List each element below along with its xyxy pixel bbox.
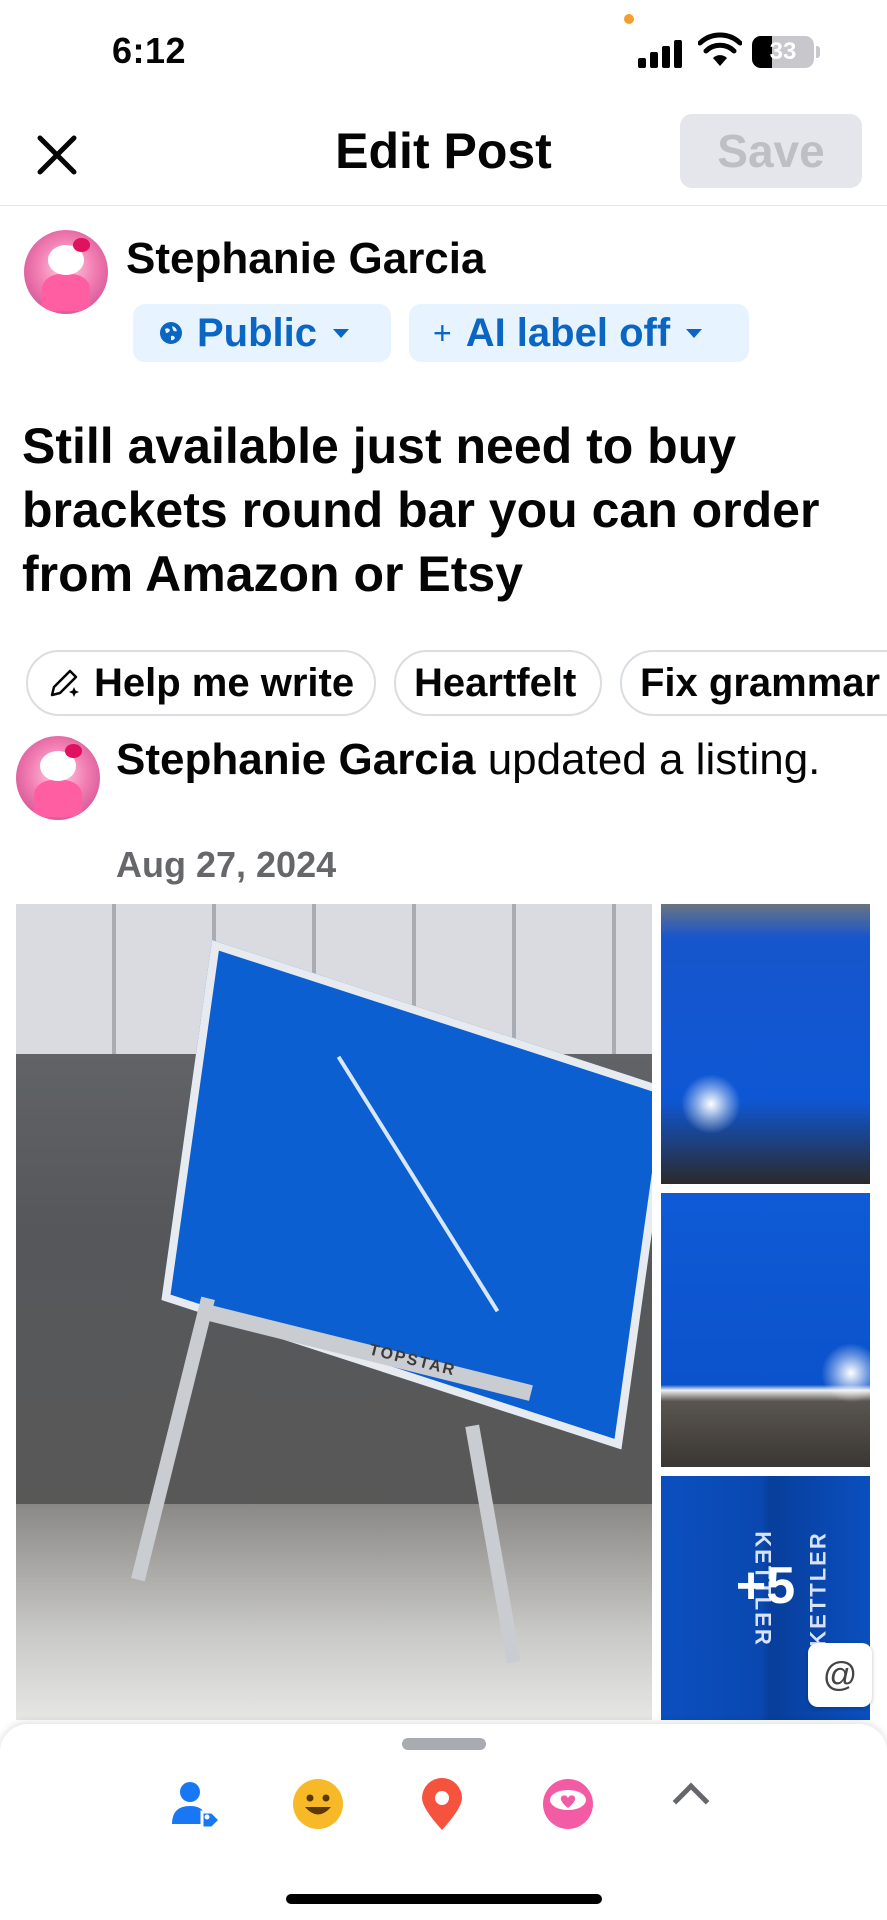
caret-down-icon	[333, 328, 350, 338]
status-time: 6:12	[112, 30, 187, 71]
listing-thumbnail[interactable]	[661, 904, 870, 1184]
status-bar: 6:12 33	[0, 0, 887, 100]
privacy-indicator-dot	[624, 14, 634, 24]
ai-label-selector[interactable]: + AI label off	[409, 304, 749, 362]
audience-selector[interactable]: Public	[133, 304, 391, 362]
shared-author-name[interactable]: Stephanie Garcia	[116, 735, 475, 784]
help-me-write-chip[interactable]: Help me write	[26, 650, 376, 716]
light-glare	[821, 1343, 870, 1403]
ai-label-text: AI label off	[465, 310, 671, 355]
shared-action-text: updated a listing.	[475, 735, 821, 784]
globe-icon	[160, 322, 182, 344]
battery-percentage: 33	[769, 38, 797, 65]
more-photos-count: +5	[735, 1557, 796, 1615]
feeling-emoji-icon[interactable]	[290, 1776, 346, 1832]
shared-author-avatar[interactable]	[16, 736, 100, 820]
home-indicator[interactable]	[286, 1894, 602, 1904]
shared-post-headline: Stephanie Garcia updated a listing.	[116, 730, 836, 790]
shared-post-date: Aug 27, 2024	[116, 844, 337, 885]
wifi-icon	[698, 32, 742, 66]
tag-people-icon[interactable]	[168, 1776, 224, 1832]
heartfelt-chip[interactable]: Heartfelt	[394, 650, 602, 716]
edit-post-header: Edit Post Save	[0, 100, 887, 206]
expand-chevron-icon[interactable]	[672, 1782, 710, 1820]
pencil-sparkle-icon	[50, 669, 79, 697]
post-text-input[interactable]: Still available just need to buy bracket…	[22, 414, 872, 606]
chip-label: Fix grammar	[640, 660, 881, 705]
fix-grammar-chip[interactable]: Fix grammar	[620, 650, 887, 716]
cellular-signal-icon	[638, 38, 686, 68]
floor-area	[16, 1504, 652, 1720]
listing-thumbnail[interactable]	[661, 1193, 870, 1467]
audience-label: Public	[197, 310, 318, 355]
caret-down-icon	[686, 328, 703, 338]
drag-handle[interactable]	[402, 1738, 486, 1750]
battery-tip	[816, 46, 820, 58]
chip-label: Help me write	[94, 660, 355, 705]
plus-icon: +	[433, 314, 452, 351]
listing-main-photo[interactable]: TOPSTAR	[16, 904, 652, 1720]
location-pin-icon[interactable]	[414, 1776, 470, 1832]
chip-label: Heartfelt	[414, 660, 577, 705]
sticker-icon[interactable]	[540, 1776, 596, 1832]
save-button[interactable]: Save	[680, 114, 862, 188]
author-name: Stephanie Garcia	[126, 234, 486, 283]
composer-toolbar	[0, 1724, 887, 1920]
light-glare	[681, 1074, 741, 1134]
mention-button[interactable]: @	[808, 1643, 872, 1707]
avatar[interactable]	[24, 230, 108, 314]
battery-icon: 33	[752, 36, 814, 68]
